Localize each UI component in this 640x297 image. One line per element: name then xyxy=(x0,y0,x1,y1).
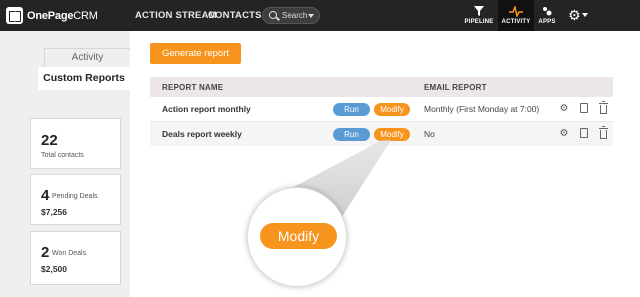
table-row: Deals report weekly Run Modify No ⚙ xyxy=(150,122,613,146)
logo-text: OnePageCRM xyxy=(27,9,98,22)
nav-action-stream[interactable]: ACTION STREAM xyxy=(135,10,217,21)
tab-pipeline[interactable]: PIPELINE xyxy=(462,0,496,31)
nav-contacts[interactable]: CONTACTS xyxy=(208,10,262,21)
tab-apps[interactable]: APPS xyxy=(536,0,558,31)
apps-icon xyxy=(536,6,558,18)
search-input[interactable]: Search xyxy=(262,7,320,24)
report-name: Deals report weekly xyxy=(162,129,242,139)
table-row: Action report monthly Run Modify Monthly… xyxy=(150,97,613,121)
reports-table-header: REPORT NAME EMAIL REPORT xyxy=(150,77,613,97)
column-report-name: REPORT NAME xyxy=(162,83,224,92)
trash-icon[interactable] xyxy=(597,101,609,115)
stat-label: Pending Deals xyxy=(52,193,98,200)
email-schedule: No xyxy=(424,129,435,139)
stat-value: 4 xyxy=(41,187,50,204)
column-email-report: EMAIL REPORT xyxy=(424,83,487,92)
report-name: Action report monthly xyxy=(162,104,251,114)
chevron-down-icon[interactable] xyxy=(308,14,314,18)
copy-icon[interactable] xyxy=(578,102,590,115)
funnel-icon xyxy=(462,6,496,18)
gear-icon[interactable]: ⚙ xyxy=(558,102,570,115)
search-icon xyxy=(269,11,277,19)
search-placeholder: Search xyxy=(282,11,308,20)
stat-value: 2 xyxy=(41,244,50,261)
stat-pending-deals[interactable]: 4 Pending Deals $7,256 xyxy=(30,174,121,225)
tab-activity-label: ACTIVITY xyxy=(501,19,531,25)
run-button[interactable]: Run xyxy=(333,128,370,141)
logo-icon xyxy=(6,7,23,24)
tab-pipeline-label: PIPELINE xyxy=(464,19,494,25)
generate-report-button[interactable]: Generate report xyxy=(150,43,241,64)
stat-value: 22 xyxy=(41,132,58,149)
settings-gear-icon[interactable]: ⚙ xyxy=(568,6,581,24)
onepagecrm-logo[interactable]: OnePageCRM xyxy=(6,5,98,26)
tab-activity-sidebar[interactable]: Activity xyxy=(44,48,130,68)
pulse-icon xyxy=(498,4,534,19)
top-navigation-bar: OnePageCRM ACTION STREAM CONTACTS Search… xyxy=(0,0,640,31)
stat-amount: $2,500 xyxy=(41,264,67,274)
tab-activity[interactable]: ACTIVITY xyxy=(498,0,534,31)
modify-button-zoomed: Modify xyxy=(260,223,337,249)
stat-label: Total contacts xyxy=(41,152,84,159)
stat-label: Won Deals xyxy=(52,250,87,257)
stat-amount: $7,256 xyxy=(41,207,67,217)
stat-total-contacts[interactable]: 22 Total contacts xyxy=(30,118,121,169)
modify-button[interactable]: Modify xyxy=(374,128,410,141)
trash-icon[interactable] xyxy=(597,126,609,140)
tab-custom-reports[interactable]: Custom Reports xyxy=(38,67,130,90)
run-button[interactable]: Run xyxy=(333,103,370,116)
copy-icon[interactable] xyxy=(578,127,590,140)
chevron-down-icon[interactable] xyxy=(582,13,588,17)
zoom-magnifier: Modify xyxy=(247,187,347,287)
modify-button[interactable]: Modify xyxy=(374,103,410,116)
tab-apps-label: APPS xyxy=(538,19,556,25)
stat-won-deals[interactable]: 2 Won Deals $2,500 xyxy=(30,231,121,285)
gear-icon[interactable]: ⚙ xyxy=(558,127,570,140)
email-schedule: Monthly (First Monday at 7:00) xyxy=(424,104,540,114)
